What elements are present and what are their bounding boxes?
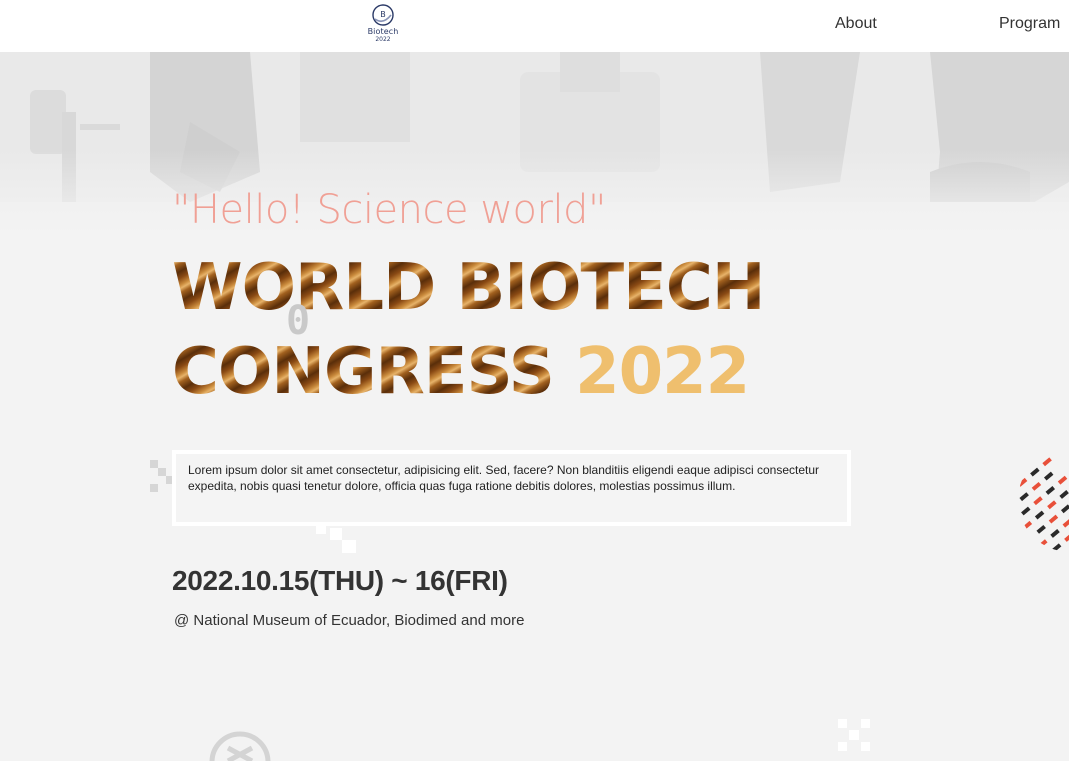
partial-circle-deco-icon	[209, 731, 271, 761]
event-dates: 2022.10.15(THU) ~ 16(FRI)	[172, 565, 508, 596]
event-venue: @ National Museum of Ecuador, Biodimed a…	[174, 612, 525, 629]
hero-title: WORLD BIOTECH CONGRESS 2022	[172, 246, 765, 414]
white-x-deco-icon	[838, 719, 870, 751]
dotted-circle-pattern-icon	[1018, 449, 1069, 552]
title-line-2-text: CONGRESS	[172, 335, 555, 409]
title-year: 2022	[575, 335, 750, 409]
title-line-1: WORLD BIOTECH	[172, 246, 765, 330]
white-square-deco	[316, 526, 326, 534]
nav-about-link[interactable]: About	[835, 15, 877, 33]
nav-program-link[interactable]: Program	[999, 15, 1060, 33]
white-square-deco	[342, 540, 356, 553]
white-square-deco	[330, 528, 342, 540]
biotech-logo[interactable]: B Biotech 2022	[366, 3, 400, 49]
logo-year: 2022	[375, 36, 391, 43]
description-text: Lorem ipsum dolor sit amet consectetur, …	[188, 463, 820, 493]
ghost-zero-glyph: 0	[286, 298, 311, 344]
hero-tagline: "Hello! Science world"	[172, 187, 606, 233]
biotech-logo-icon: B	[372, 4, 394, 26]
logo-name: Biotech	[367, 27, 399, 36]
description-box: Lorem ipsum dolor sit amet consectetur, …	[172, 450, 851, 526]
svg-text:B: B	[380, 10, 386, 19]
top-nav-bar: B Biotech 2022 About Program	[0, 0, 1069, 52]
